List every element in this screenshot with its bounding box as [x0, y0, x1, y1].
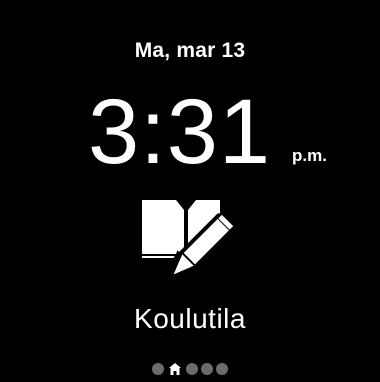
page-dot[interactable] [186, 363, 198, 375]
page-dot[interactable] [201, 363, 213, 375]
page-indicator [0, 362, 380, 376]
home-icon[interactable] [167, 362, 183, 376]
clock-time: 3:31 [88, 81, 272, 183]
mode-label: Koulutila [134, 303, 246, 334]
page-dot[interactable] [216, 363, 228, 375]
date-label: Ma, mar 13 [134, 39, 246, 62]
book-pencil-icon[interactable] [138, 196, 238, 292]
clock-ampm: p.m. [292, 146, 327, 165]
page-dot[interactable] [152, 363, 164, 375]
